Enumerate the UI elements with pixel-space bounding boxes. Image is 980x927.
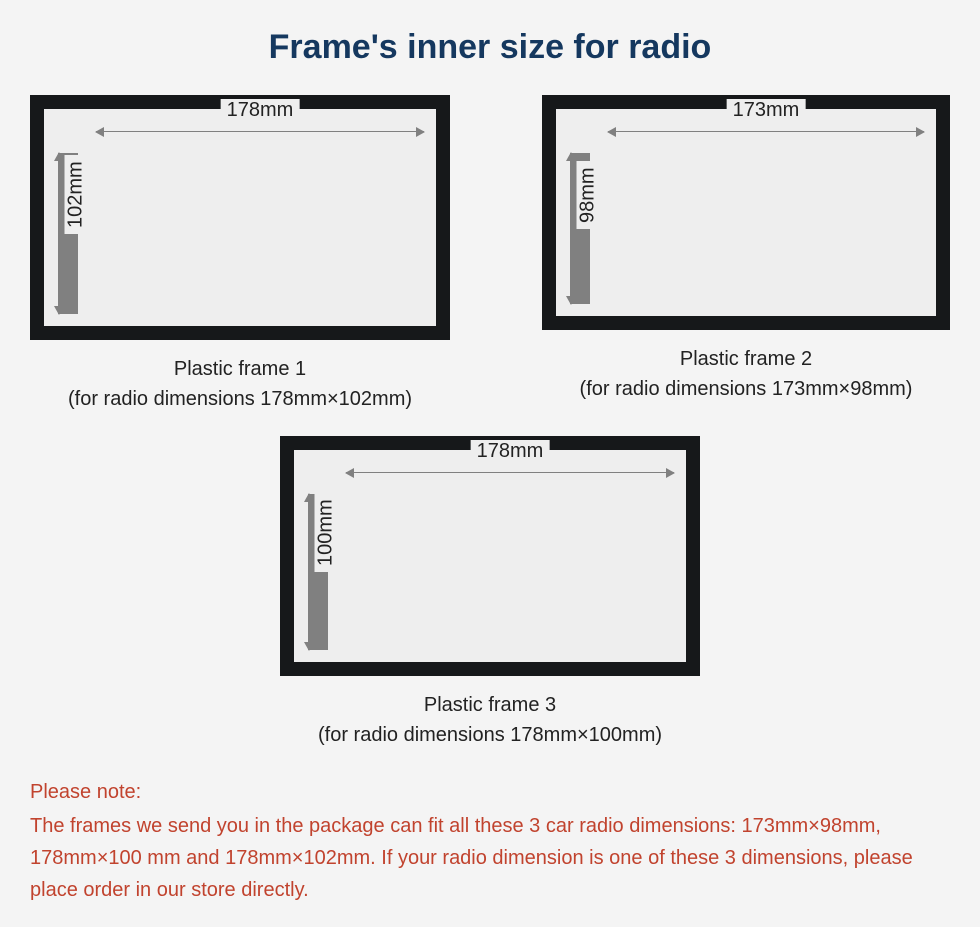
frame-block-2: 173mm 98mm Plastic frame 2 (for radio di… (542, 95, 950, 414)
frame-3: 178mm 100mm (280, 436, 700, 676)
frame-block-3: 178mm 100mm Plastic frame 3 (for radio d… (280, 436, 700, 750)
height-label-1: 102mm (65, 155, 88, 234)
note-body: The frames we send you in the package ca… (30, 810, 950, 906)
note-head: Please note: (30, 776, 950, 808)
frame-desc-1: (for radio dimensions 178mm×102mm) (68, 384, 412, 414)
frame-name-1: Plastic frame 1 (68, 354, 412, 384)
frame-caption-2: Plastic frame 2 (for radio dimensions 17… (580, 344, 913, 404)
arrow-line-h (608, 131, 924, 132)
frame-name-3: Plastic frame 3 (318, 690, 662, 720)
frame-caption-1: Plastic frame 1 (for radio dimensions 17… (68, 354, 412, 414)
page-title: Frame's inner size for radio (30, 28, 950, 67)
dimension-height-1: 102mm (58, 153, 78, 314)
frame-row-bottom: 178mm 100mm Plastic frame 3 (for radio d… (30, 436, 950, 750)
height-label-2: 98mm (577, 161, 600, 229)
dimension-height-2: 98mm (570, 153, 590, 304)
frame-block-1: 178mm 102mm Plastic frame 1 (for radio d… (30, 95, 450, 414)
width-label-2: 173mm (727, 99, 806, 122)
dimension-width-2: 173mm (608, 121, 924, 141)
arrow-line-h (346, 472, 674, 473)
note-block: Please note: The frames we send you in t… (30, 776, 950, 906)
frame-1: 178mm 102mm (30, 95, 450, 340)
frame-row-top: 178mm 102mm Plastic frame 1 (for radio d… (30, 95, 950, 414)
dimension-width-1: 178mm (96, 121, 424, 141)
frame-name-2: Plastic frame 2 (580, 344, 913, 374)
frame-2: 173mm 98mm (542, 95, 950, 330)
width-label-3: 178mm (471, 440, 550, 463)
dimension-height-3: 100mm (308, 494, 328, 650)
frame-desc-3: (for radio dimensions 178mm×100mm) (318, 720, 662, 750)
frame-desc-2: (for radio dimensions 173mm×98mm) (580, 374, 913, 404)
height-label-3: 100mm (315, 493, 338, 572)
dimension-width-3: 178mm (346, 462, 674, 482)
width-label-1: 178mm (221, 99, 300, 122)
arrow-line-h (96, 131, 424, 132)
frame-caption-3: Plastic frame 3 (for radio dimensions 17… (318, 690, 662, 750)
